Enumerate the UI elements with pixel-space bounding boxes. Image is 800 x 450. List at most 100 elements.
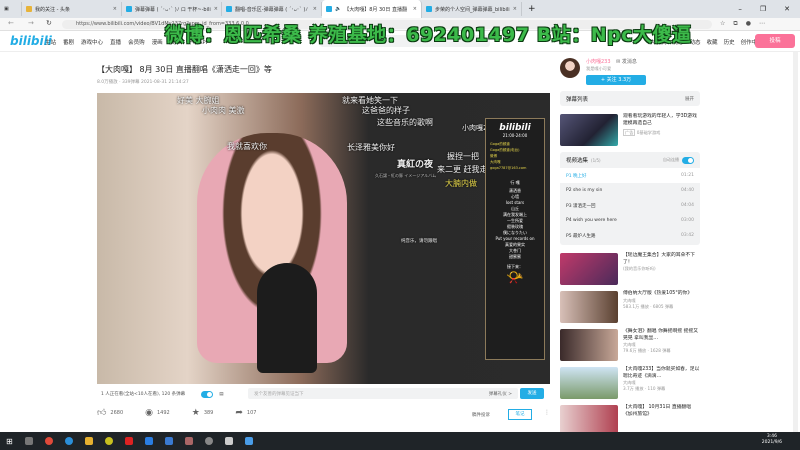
microphone [257,263,317,373]
new-tab-button[interactable]: + [522,4,542,14]
like-button[interactable]: 👍︎ 2680 [97,408,123,418]
nav-game[interactable]: 游戏中心 [81,38,103,46]
danmaku-toggle[interactable] [201,390,214,398]
episode-number: P5 [566,233,572,239]
playlist-episode[interactable]: P3 潇洒走一回 04:04 [560,198,700,213]
upload-button[interactable]: 投稿 [755,34,795,48]
autoplay-toggle[interactable] [682,156,694,164]
playlist-episode[interactable]: P5 最炉人生路 03:42 [560,228,700,243]
danmaku: 来二更 赶我走 [437,165,488,174]
song-subtitle-overlay: 久石譲・紅の豚 イメージアルバム [375,173,437,178]
message-button[interactable]: ✉ 发消息 [616,59,637,65]
danmaku-list-header[interactable]: 弹幕列表 展开 [560,91,700,106]
music-note-overlay: 纯音乐，请勿跟唱 [401,239,437,244]
tab-2[interactable]: 弹幕弹幕 ( ´･ᴗ･` )ﾉ ロ 干杯~-bili × [122,2,222,16]
danmaku-settings-icon[interactable]: ▤ [219,392,223,397]
expand-button[interactable]: 展开 [685,96,694,102]
page-scrollbar[interactable] [793,52,798,432]
system-clock[interactable]: 3:46 2021/9/6 [762,434,782,446]
more-menu-icon[interactable]: ⋯ [759,20,765,28]
collections-icon[interactable]: ⧉ [733,20,737,28]
nav-live[interactable]: 直播 [110,38,121,46]
app-icon[interactable] [184,437,193,445]
more-options-icon[interactable]: ⋮ [544,409,550,416]
close-tab-icon[interactable]: × [214,6,218,12]
close-tab-icon[interactable]: × [313,6,317,12]
nav-anime[interactable]: 番剧 [63,38,74,46]
coin-button[interactable]: ◉ 1492 [145,408,170,418]
note-button[interactable]: 笔记 [508,409,532,420]
nav-favorites[interactable]: 收藏 [707,38,718,46]
episode-label: P4 wish you were here [566,218,617,223]
recommended-video[interactable]: 【瑶边魔王集合】大家的耳朵不下了！ (我的音乐你听吗) [560,253,700,285]
speaker-icon[interactable]: 🔈 [335,6,341,12]
minimize-button[interactable]: – [738,5,742,13]
contact-item: goga7787@163.com [490,166,527,170]
playlist-episode[interactable]: P4 wish you were here 03:00 [560,213,700,228]
tab-1[interactable]: 我的关注 - 头条 × [22,2,122,16]
song-list: 潇洒香 心墙 lost stars 山丘 满在我发端上 一生所爱 假装玫瑰 僕になりたい Put… [486,188,544,260]
tab-3[interactable]: 翻唱-音乐区-弹幕弹幕 ( ´･ᴗ･` )ﾉ × [222,2,322,16]
close-window-button[interactable]: ✕ [784,5,790,13]
recommended-stats: 583.1万 播放 · 6805 弹幕 [623,303,674,309]
start-icon[interactable]: ⊞ [6,437,13,446]
follow-button[interactable]: + 关注 3.3万 [586,75,646,85]
playlist-episode[interactable]: P2 she is my sin 04:40 [560,183,700,198]
app-icon[interactable] [244,437,253,445]
favorite-icon[interactable]: ☆ [720,20,725,28]
app-icon[interactable] [164,437,173,445]
playlist-episode[interactable]: P1 晚上好 01:21 [560,168,700,183]
message-label: 发消息 [621,59,637,65]
task-view-icon[interactable] [24,437,33,445]
chrome-icon[interactable] [44,437,53,445]
refresh-button[interactable]: ↻ [46,19,52,27]
close-tab-icon[interactable]: × [413,6,417,12]
close-tab-icon[interactable]: × [113,6,117,12]
clock-app-icon[interactable] [204,437,213,445]
ad-card[interactable]: 观看看玩游戏的年轻人，学3D游戏建模再造自己 广告 0基础学游戏 [560,114,700,146]
recommended-video[interactable]: 【大肉嘎233】当你就买如春，足以嗯比奇迹《滴滴… 大肉嘎 3.7万 播放 · 11… [560,367,700,399]
nav-manga[interactable]: 漫画 [152,38,163,46]
nav-home[interactable]: 主站 [45,38,56,46]
bilibili-app-icon[interactable] [144,437,153,445]
favorite-button[interactable]: ★ 389 [192,408,214,418]
ad-text: 观看看玩游戏的年轻人，学3D游戏建模再造自己 [623,114,697,126]
tab-4-active[interactable]: 🔈 【大肉嘎】8月 30日 直播翻 × [322,0,422,18]
autoplay-label: 自动连播 [663,157,679,162]
tab-actions-button[interactable]: ▣ [0,2,22,16]
recommended-title: 【大肉嘎233】当你就买如春，足以嗯比奇迹《滴滴… [623,367,700,379]
netease-music-icon[interactable] [124,437,133,445]
app-icon[interactable] [104,437,113,445]
close-tab-icon[interactable]: × [513,6,517,12]
nav-history[interactable]: 历史 [724,38,735,46]
playlist: 视频选集 (1/5) 自动连播 P1 晚上好 01:21 P2 she is my … [560,152,700,245]
recommended-video[interactable]: 傅伯纳大厅版《热爱105°的你》 大肉嘎 583.1万 播放 · 6805 弹幕 [560,291,700,323]
maximize-button[interactable]: ❐ [760,5,766,13]
danmaku-etiquette-link[interactable]: 弹幕礼仪 > [489,391,512,397]
share-button[interactable]: ➦ 107 [235,408,256,418]
danmaku-input[interactable]: 发个友善的弹幕见证当下 弹幕礼仪 > [248,388,518,399]
app-icon[interactable] [224,437,233,445]
recommendations: 【瑶边魔王集合】大家的耳朵不下了！ (我的音乐你听吗) 傅伯纳大厅版《热爱105°的… [560,253,700,437]
tab-5[interactable]: 步荣的个人空间_弹幕弹幕_bilibili × [422,2,522,16]
profile-avatar[interactable]: ● [746,20,751,28]
back-button[interactable]: ← [8,19,14,27]
nav-shop[interactable]: 会员购 [128,38,145,46]
recommended-video[interactable]: 《舞女泪》翻唱 你舞摇啊摇 摇摇又晃晃 拿叫我显… 大肉嘎 79.6万 播放 · 1… [560,329,700,361]
recommended-title: 【瑶边魔王集合】大家的耳朵不下了！ [623,253,695,265]
file-explorer-icon[interactable] [84,437,93,445]
edge-icon[interactable] [64,437,73,445]
uploader-avatar[interactable] [560,58,580,78]
forward-button[interactable]: → [28,19,34,27]
video-player[interactable]: 好美 大腕姐 就来看她笑一下 小肉肉 美激 这爸爸的样子 我就喜欢你 这些音乐的… [97,93,550,384]
tab-favicon-icon [326,6,332,12]
danmaku: 长泽雅美你好 [347,143,395,152]
tab-bar: ▣ 我的关注 - 头条 × 弹幕弹幕 ( ´･ᴗ･` )ﾉ ロ 干杯~-bili ×… [0,0,800,18]
uploader-name[interactable]: 小肉嘎233 [586,59,611,65]
song-title-overlay: 真紅の夜 [397,160,434,170]
send-danmaku-button[interactable]: 发送 [520,388,544,399]
recommended-title: 傅伯纳大厅版《热爱105°的你》 [623,291,693,296]
episode-label: P5 最炉人生路 [566,233,596,239]
danmaku: 这些音乐的歌啊 [377,118,433,127]
report-link[interactable]: 稿件投诉 [472,412,490,418]
